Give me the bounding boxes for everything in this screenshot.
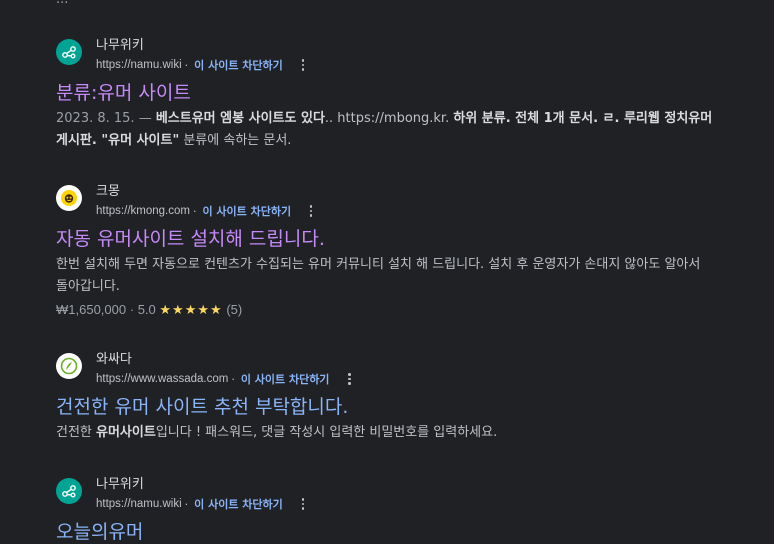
search-result-namu-todayhumor: 나무위키 https://namu.wiki · 이 사이트 차단하기 오늘의유… xyxy=(56,476,716,544)
snippet-text: 건전한 xyxy=(56,425,97,440)
rating-value: 5.0 xyxy=(137,302,156,317)
previous-result-fragment: ... xyxy=(56,0,68,7)
url-separator: · xyxy=(231,372,235,386)
more-vert-icon[interactable] xyxy=(297,496,309,512)
result-title-link[interactable]: 건전한 유머 사이트 추천 부탁합니다. xyxy=(56,395,716,419)
result-title-link[interactable]: 분류:유머 사이트 xyxy=(56,81,716,105)
search-result-kmong: 크몽 https://kmong.com · 이 사이트 차단하기 자동 유머사… xyxy=(56,183,716,320)
site-url[interactable]: https://namu.wiki xyxy=(96,498,182,510)
wassada-favicon[interactable] xyxy=(56,353,82,379)
site-name[interactable]: 나무위키 xyxy=(96,477,309,493)
more-vert-icon[interactable] xyxy=(305,203,317,219)
site-url[interactable]: https://namu.wiki xyxy=(96,59,182,71)
star-rating-icon: ★★★★★ xyxy=(159,302,223,317)
snippet-text: .. https://mbong.kr. xyxy=(324,111,454,126)
site-name[interactable]: 나무위키 xyxy=(96,38,309,54)
result-snippet: 한번 설치해 두면 자동으로 컨텐츠가 수집되는 유머 커뮤니티 설치 해 드립… xyxy=(56,257,701,294)
snippet-bold: 유머사이트 xyxy=(96,425,156,440)
more-vert-icon[interactable] xyxy=(343,371,355,387)
namu-wiki-favicon[interactable] xyxy=(56,39,82,65)
block-site-link[interactable]: 이 사이트 차단하기 xyxy=(194,496,283,512)
result-title-link[interactable]: 오늘의유머 xyxy=(56,520,716,544)
url-separator: · xyxy=(184,58,189,72)
url-separator: · xyxy=(192,204,197,218)
snippet-bold: 베스트유머 엠봉 사이트도 있다 xyxy=(155,111,325,126)
url-separator: · xyxy=(184,497,189,511)
rating-row: ₩1,650,000 · 5.0 ★★★★★ (5) xyxy=(56,300,716,320)
site-url[interactable]: https://kmong.com xyxy=(96,205,190,217)
block-site-link[interactable]: 이 사이트 차단하기 xyxy=(241,371,330,387)
search-result-wassada: 와싸다 https://www.wassada.com · 이 사이트 차단하기… xyxy=(56,351,716,444)
result-snippet: 건전한 유머사이트입니다 ! 패스워드, 댓글 작성시 입력한 비밀번호를 입력… xyxy=(56,422,716,444)
block-site-link[interactable]: 이 사이트 차단하기 xyxy=(202,203,291,219)
site-name[interactable]: 와싸다 xyxy=(96,352,355,368)
search-result-namu-category: 나무위키 https://namu.wiki · 이 사이트 차단하기 분류:유… xyxy=(56,37,716,152)
rating-separator: · xyxy=(129,302,135,317)
review-count: (5) xyxy=(226,302,243,317)
site-name[interactable]: 크몽 xyxy=(96,184,317,200)
block-site-link[interactable]: 이 사이트 차단하기 xyxy=(194,57,283,73)
snippet-date: 2023. 8. 15. — xyxy=(56,111,152,126)
snippet-text: 분류에 속하는 문서. xyxy=(179,133,292,148)
snippet-text: 입니다 ! 패스워드, 댓글 작성시 입력한 비밀번호를 입력하세요. xyxy=(155,425,498,440)
kmong-favicon[interactable] xyxy=(56,185,82,211)
result-snippet: 2023. 8. 15. — 베스트유머 엠봉 사이트도 있다.. https:… xyxy=(56,108,716,152)
site-url[interactable]: https://www.wassada.com xyxy=(96,373,228,385)
more-vert-icon[interactable] xyxy=(297,57,309,73)
result-title-link[interactable]: 자동 유머사이트 설치해 드립니다. xyxy=(56,227,716,251)
namu-wiki-favicon[interactable] xyxy=(56,478,82,504)
price: ₩1,650,000 xyxy=(56,302,127,317)
